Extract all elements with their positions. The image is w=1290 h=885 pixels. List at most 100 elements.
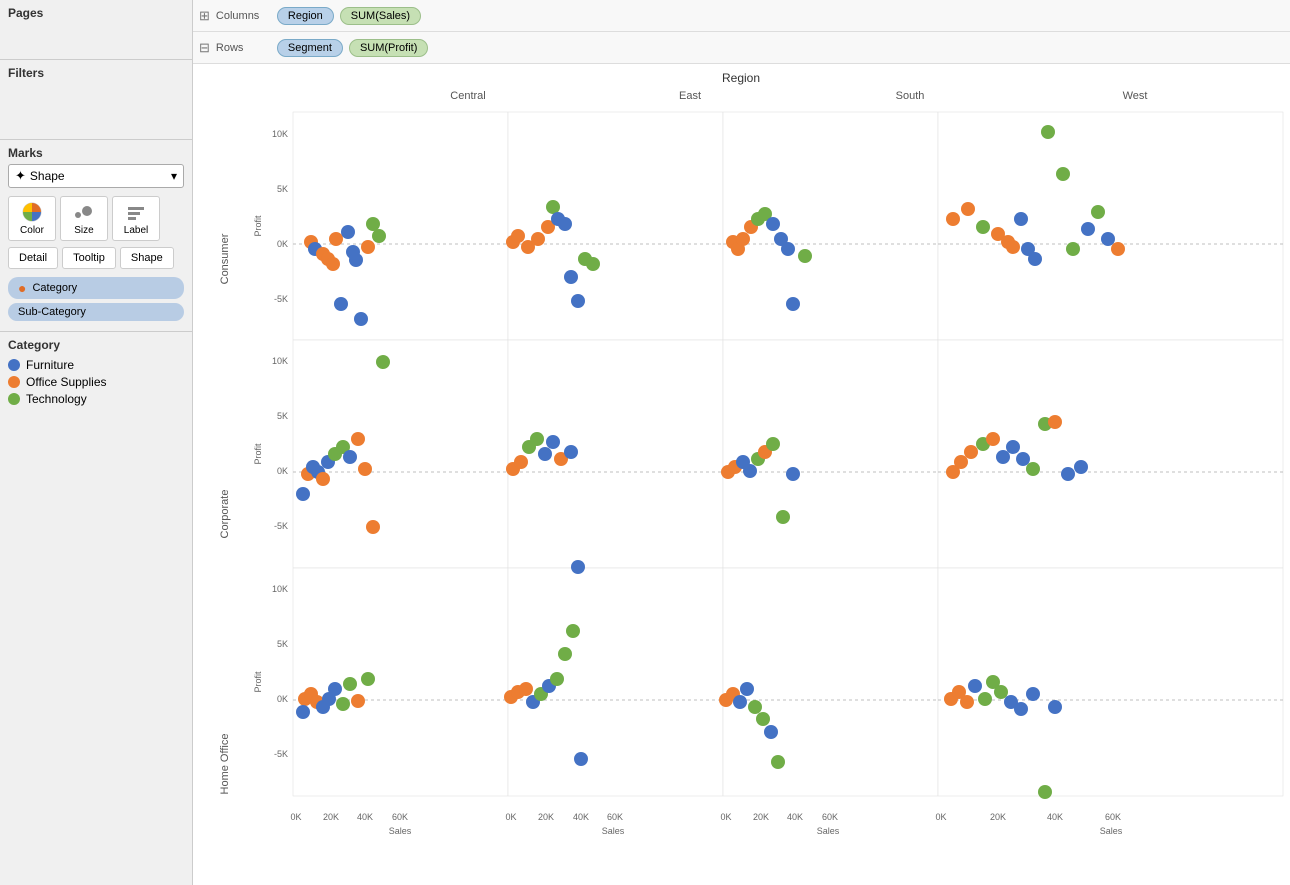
furniture-dot [8,359,20,371]
svg-text:5K: 5K [277,411,288,421]
dot [733,695,747,709]
dot [961,202,975,216]
dot [296,705,310,719]
rows-icon: ⊟ [199,40,210,56]
label-button[interactable]: Label [112,196,160,241]
svg-text:60K: 60K [607,812,623,822]
svg-text:0K: 0K [720,812,731,822]
dot [766,217,780,231]
columns-shelf: ⊞ Columns Region SUM(Sales) [193,0,1290,32]
svg-text:10K: 10K [272,584,288,594]
svg-text:40K: 40K [787,812,803,822]
dot [571,560,585,574]
svg-text:-5K: -5K [274,521,288,531]
dot [546,435,560,449]
svg-text:0K: 0K [277,466,288,476]
svg-text:-5K: -5K [274,294,288,304]
dot [531,232,545,246]
marks-type-dropdown[interactable]: ✦ Shape ▾ [8,164,184,188]
dot [1061,467,1075,481]
svg-text:Profit: Profit [253,671,263,693]
svg-text:60K: 60K [392,812,408,822]
dot [771,755,785,769]
rows-shelf: ⊟ Rows Segment SUM(Profit) [193,32,1290,64]
svg-text:20K: 20K [990,812,1006,822]
svg-text:60K: 60K [1105,812,1121,822]
category-pill[interactable]: ● Category [8,277,184,299]
svg-text:Sales: Sales [389,826,412,836]
tooltip-button[interactable]: Tooltip [62,247,116,269]
corporate-label: Corporate [219,490,231,539]
dot [960,695,974,709]
segment-pill[interactable]: Segment [277,39,343,57]
dot [968,679,982,693]
dot [994,685,1008,699]
region-pill[interactable]: Region [277,7,334,25]
svg-text:10K: 10K [272,356,288,366]
office-supplies-label: Office Supplies [26,375,107,389]
dot [361,240,375,254]
dot [976,220,990,234]
svg-text:40K: 40K [573,812,589,822]
dot [329,232,343,246]
svg-text:0K: 0K [277,239,288,249]
dot [1111,242,1125,256]
category-legend-title: Category [8,338,184,352]
dot [996,450,1010,464]
color-button[interactable]: Color [8,196,56,241]
furniture-label: Furniture [26,358,74,372]
marks-label: Marks [8,146,184,160]
dot [530,432,544,446]
dot [366,520,380,534]
dot [964,445,978,459]
columns-icon: ⊞ [199,8,210,24]
technology-dot [8,393,20,405]
svg-text:20K: 20K [538,812,554,822]
detail-label: Detail [19,252,47,264]
dot [519,682,533,696]
dot [1026,687,1040,701]
svg-text:-5K: -5K [274,749,288,759]
dot [776,510,790,524]
label-label: Label [124,225,148,236]
dot [336,697,350,711]
size-label: Size [74,225,93,236]
detail-button[interactable]: Detail [8,247,58,269]
svg-text:5K: 5K [277,639,288,649]
chevron-down-icon: ▾ [171,169,177,183]
dot [986,432,1000,446]
dot [1014,212,1028,226]
dot [361,672,375,686]
office-supplies-dot [8,376,20,388]
svg-text:60K: 60K [822,812,838,822]
dot [574,752,588,766]
dot [566,624,580,638]
dot [1091,205,1105,219]
dot [538,447,552,461]
dot [743,464,757,478]
technology-label: Technology [26,392,87,406]
dot [558,647,572,661]
svg-text:5K: 5K [277,184,288,194]
dot [546,200,560,214]
subcategory-pill[interactable]: Sub-Category [8,303,184,321]
dot [1048,415,1062,429]
size-button[interactable]: Size [60,196,108,241]
homeoffice-label: Home Office [219,734,231,795]
dot [736,232,750,246]
shape-button[interactable]: Shape [120,247,174,269]
chart-area: Region Central East South West Consumer … [193,64,1290,885]
filters-label: Filters [8,66,184,80]
rows-label: Rows [216,42,271,54]
dot [354,312,368,326]
category-pill-label: Category [32,282,77,294]
dot [781,242,795,256]
svg-text:0K: 0K [277,694,288,704]
sum-profit-pill[interactable]: SUM(Profit) [349,39,428,57]
dot [550,672,564,686]
region-header: Region [722,71,760,85]
dot [764,725,778,739]
sum-sales-pill[interactable]: SUM(Sales) [340,7,421,25]
dot [349,253,363,267]
dot [586,257,600,271]
